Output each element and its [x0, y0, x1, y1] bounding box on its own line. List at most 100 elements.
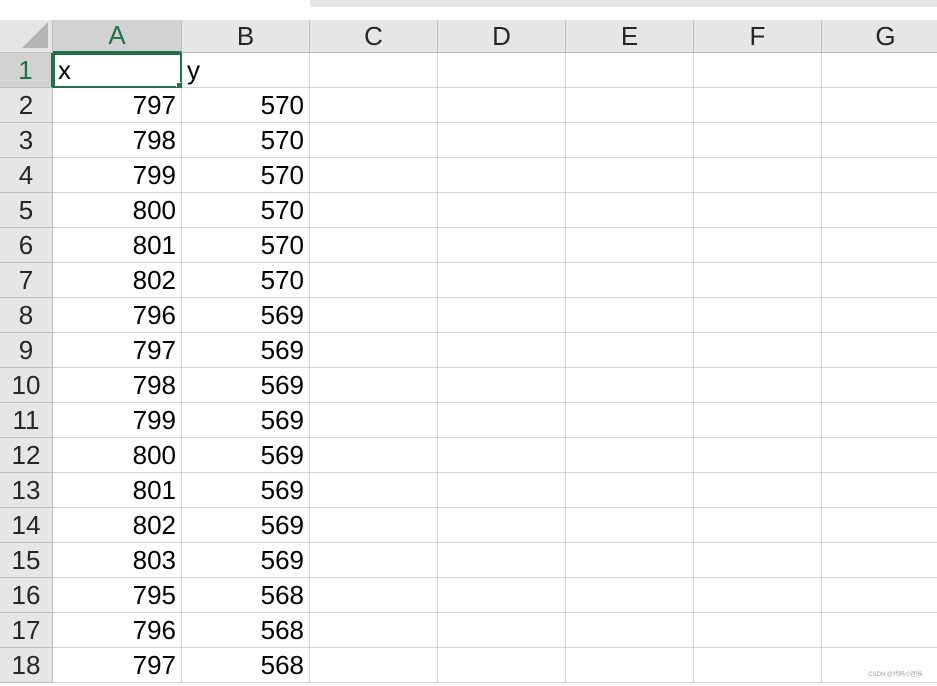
cell-empty[interactable]	[438, 298, 566, 333]
cell-a14[interactable]: 802	[53, 508, 182, 543]
column-header-g[interactable]: G	[822, 20, 937, 53]
cell-a12[interactable]: 800	[53, 438, 182, 473]
cell-empty[interactable]	[822, 403, 937, 438]
cell-empty[interactable]	[438, 123, 566, 158]
cell-empty[interactable]	[310, 123, 438, 158]
column-header-e[interactable]: E	[566, 20, 694, 53]
cell-empty[interactable]	[310, 158, 438, 193]
row-header[interactable]: 16	[0, 578, 53, 613]
cell-b2[interactable]: 570	[182, 88, 310, 123]
cell-empty[interactable]	[822, 228, 937, 263]
column-header-c[interactable]: C	[310, 20, 438, 53]
cell-empty[interactable]	[694, 193, 822, 228]
row-header[interactable]: 9	[0, 333, 53, 368]
column-header-b[interactable]: B	[182, 20, 310, 53]
cell-empty[interactable]	[822, 263, 937, 298]
cell-empty[interactable]	[566, 193, 694, 228]
cell-empty[interactable]	[310, 263, 438, 298]
cell-empty[interactable]	[694, 228, 822, 263]
cell-empty[interactable]	[438, 333, 566, 368]
cell-empty[interactable]	[310, 473, 438, 508]
cell-empty[interactable]	[694, 438, 822, 473]
cell-empty[interactable]	[822, 438, 937, 473]
cell-b13[interactable]: 569	[182, 473, 310, 508]
cell-empty[interactable]	[822, 508, 937, 543]
cell-empty[interactable]	[822, 473, 937, 508]
row-header[interactable]: 12	[0, 438, 53, 473]
cell-b15[interactable]: 569	[182, 543, 310, 578]
cell-empty[interactable]	[438, 193, 566, 228]
cell-empty[interactable]	[310, 193, 438, 228]
cell-empty[interactable]	[822, 333, 937, 368]
cell-empty[interactable]	[694, 508, 822, 543]
cell-b12[interactable]: 569	[182, 438, 310, 473]
row-header[interactable]: 1	[0, 53, 53, 88]
cell-empty[interactable]	[694, 543, 822, 578]
cell-empty[interactable]	[822, 298, 937, 333]
cell-empty[interactable]	[822, 578, 937, 613]
cell-empty[interactable]	[694, 263, 822, 298]
row-header[interactable]: 8	[0, 298, 53, 333]
cell-b9[interactable]: 569	[182, 333, 310, 368]
cell-a11[interactable]: 799	[53, 403, 182, 438]
cell-empty[interactable]	[310, 368, 438, 403]
column-header-a[interactable]: A	[53, 20, 182, 53]
cell-empty[interactable]	[566, 88, 694, 123]
cell-empty[interactable]	[566, 298, 694, 333]
cell-empty[interactable]	[438, 228, 566, 263]
cell-empty[interactable]	[566, 403, 694, 438]
cell-empty[interactable]	[822, 543, 937, 578]
cell-empty[interactable]	[566, 578, 694, 613]
cell-a4[interactable]: 799	[53, 158, 182, 193]
cell-empty[interactable]	[438, 88, 566, 123]
cell-empty[interactable]	[566, 123, 694, 158]
row-header[interactable]: 10	[0, 368, 53, 403]
cell-b11[interactable]: 569	[182, 403, 310, 438]
cell-empty[interactable]	[566, 543, 694, 578]
cell-b17[interactable]: 568	[182, 613, 310, 648]
cell-empty[interactable]	[310, 543, 438, 578]
row-header[interactable]: 17	[0, 613, 53, 648]
cell-empty[interactable]	[694, 578, 822, 613]
cell-empty[interactable]	[822, 368, 937, 403]
cell-empty[interactable]	[438, 648, 566, 683]
cell-b5[interactable]: 570	[182, 193, 310, 228]
cell-empty[interactable]	[438, 403, 566, 438]
cell-a6[interactable]: 801	[53, 228, 182, 263]
cell-a17[interactable]: 796	[53, 613, 182, 648]
cell-empty[interactable]	[438, 53, 566, 88]
cell-empty[interactable]	[566, 438, 694, 473]
row-header[interactable]: 14	[0, 508, 53, 543]
cell-empty[interactable]	[566, 158, 694, 193]
row-header[interactable]: 7	[0, 263, 53, 298]
cell-empty[interactable]	[566, 613, 694, 648]
cell-a13[interactable]: 801	[53, 473, 182, 508]
cell-b7[interactable]: 570	[182, 263, 310, 298]
cell-empty[interactable]	[566, 508, 694, 543]
cell-b8[interactable]: 569	[182, 298, 310, 333]
cell-empty[interactable]	[694, 298, 822, 333]
cell-b3[interactable]: 570	[182, 123, 310, 158]
cell-b1[interactable]: y	[182, 53, 310, 88]
row-header[interactable]: 5	[0, 193, 53, 228]
cell-empty[interactable]	[566, 648, 694, 683]
cell-empty[interactable]	[822, 53, 937, 88]
row-header[interactable]: 4	[0, 158, 53, 193]
cell-empty[interactable]	[694, 333, 822, 368]
row-header[interactable]: 15	[0, 543, 53, 578]
cell-b4[interactable]: 570	[182, 158, 310, 193]
cell-empty[interactable]	[694, 473, 822, 508]
cell-empty[interactable]	[694, 613, 822, 648]
cell-empty[interactable]	[694, 648, 822, 683]
cell-empty[interactable]	[438, 263, 566, 298]
cell-empty[interactable]	[694, 368, 822, 403]
cell-empty[interactable]	[822, 158, 937, 193]
cell-a3[interactable]: 798	[53, 123, 182, 158]
cell-empty[interactable]	[438, 473, 566, 508]
cell-empty[interactable]	[822, 613, 937, 648]
cell-empty[interactable]	[566, 228, 694, 263]
cell-empty[interactable]	[310, 333, 438, 368]
column-header-d[interactable]: D	[438, 20, 566, 53]
cell-b10[interactable]: 569	[182, 368, 310, 403]
cell-empty[interactable]	[310, 88, 438, 123]
